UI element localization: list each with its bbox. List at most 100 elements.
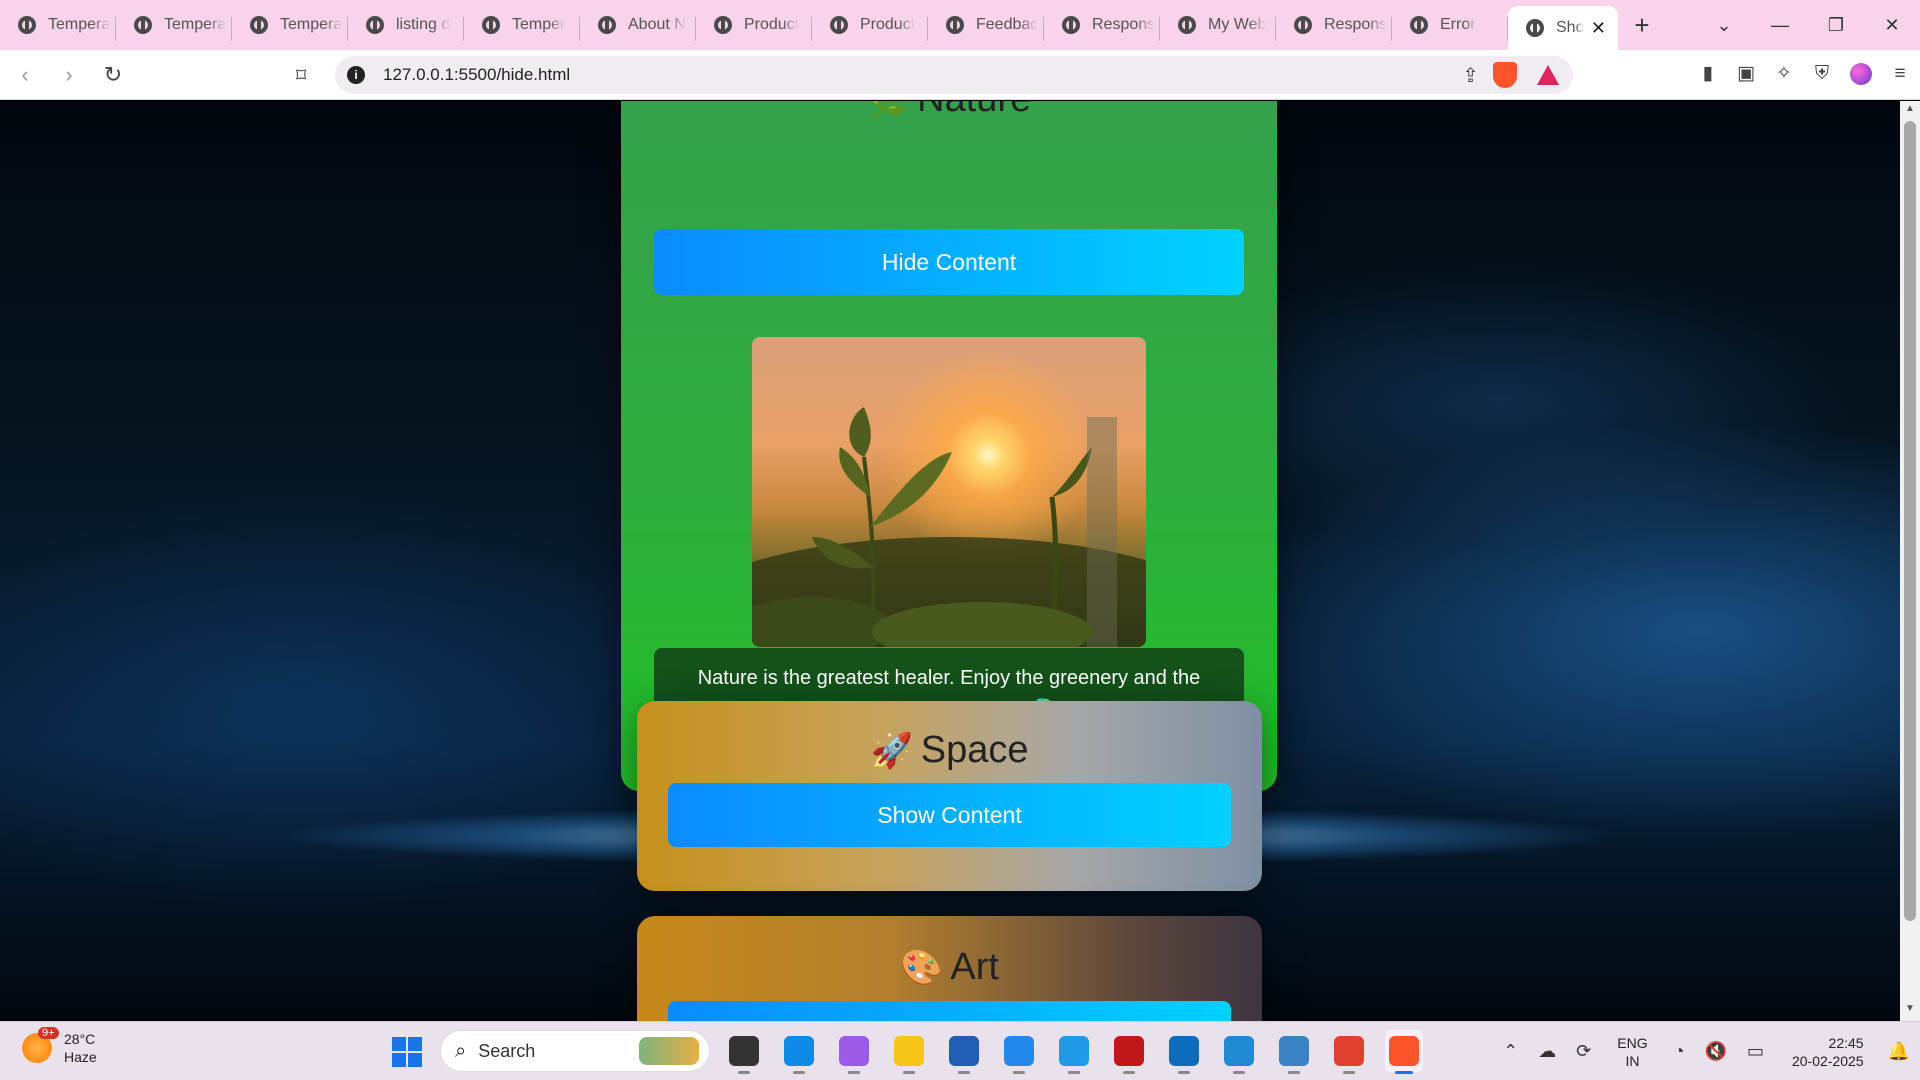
tab-title: Sho xyxy=(1556,19,1585,36)
running-indicator xyxy=(1395,1071,1413,1074)
new-tab-button[interactable]: + xyxy=(1622,10,1662,41)
tab-search-chevron-down-icon[interactable]: ⌄ xyxy=(1696,15,1752,36)
windows-start-icon[interactable] xyxy=(392,1037,422,1067)
address-bar[interactable]: i 127.0.0.1:5500/hide.html ⇪ xyxy=(335,56,1573,94)
globe-icon xyxy=(598,16,616,34)
browser-tab[interactable]: Tempera xyxy=(0,5,116,45)
tab-title: Respons xyxy=(1324,16,1388,33)
wifi-icon[interactable]: ◔ xyxy=(1674,1041,1685,1062)
art-title: 🎨 Art xyxy=(637,946,1262,989)
tab-title: My Web xyxy=(1208,16,1267,33)
close-window-button[interactable]: ✕ xyxy=(1864,15,1920,36)
copilot-app-icon[interactable] xyxy=(835,1030,873,1074)
weather-text: 28°C Haze xyxy=(64,1030,97,1066)
volume-muted-icon[interactable]: 🔇 xyxy=(1705,1041,1727,1062)
brave-icon xyxy=(1389,1036,1419,1066)
lang-code: ENG xyxy=(1617,1034,1648,1051)
browser-tab[interactable]: Tempera xyxy=(116,5,232,45)
browser-tab[interactable]: Product xyxy=(696,5,812,45)
task-view-app-icon[interactable] xyxy=(725,1030,763,1074)
vscode-app-icon[interactable] xyxy=(1220,1030,1258,1074)
browser-tab[interactable]: Tempera xyxy=(232,5,348,45)
bookmark-icon[interactable]: ⌑ xyxy=(296,63,306,88)
brave-shields-icon[interactable] xyxy=(1493,62,1517,88)
browser-tab[interactable]: Respons xyxy=(1044,5,1160,45)
show-hidden-icons-chevron-icon[interactable]: ⌃ xyxy=(1503,1041,1518,1062)
ai-sparkle-icon[interactable]: ✧ xyxy=(1774,62,1794,85)
mahjong-app-icon[interactable] xyxy=(1000,1030,1038,1074)
palette-icon: 🎨 xyxy=(900,949,943,987)
scroll-up-arrow-icon[interactable]: ▲ xyxy=(1900,103,1920,119)
tab-title: Product xyxy=(860,16,916,33)
notification-bell-icon[interactable]: 🔔 xyxy=(1888,1041,1910,1062)
language-indicator[interactable]: ENG IN xyxy=(1617,1034,1647,1070)
brave-app-icon[interactable] xyxy=(1385,1030,1423,1074)
microsoft-store-app-icon[interactable] xyxy=(945,1030,983,1074)
browser-tab[interactable]: Feedbac xyxy=(928,5,1044,45)
back-button[interactable]: ‹ xyxy=(6,56,44,94)
share-icon[interactable]: ⇪ xyxy=(1462,63,1479,88)
forward-button[interactable]: › xyxy=(50,56,88,94)
file-explorer-icon xyxy=(894,1036,924,1066)
running-indicator xyxy=(958,1071,970,1074)
tab-close-icon[interactable]: ✕ xyxy=(1591,18,1606,39)
browser-tab[interactable]: Temper xyxy=(464,5,580,45)
file-explorer-app-icon[interactable] xyxy=(890,1030,928,1074)
scrollbar-thumb[interactable] xyxy=(1904,121,1916,921)
mcafee-app-icon[interactable] xyxy=(1110,1030,1148,1074)
vpn-shield-icon[interactable]: ⛨ xyxy=(1812,63,1832,85)
minimize-button[interactable]: — xyxy=(1752,15,1808,36)
browser-tab[interactable]: Error xyxy=(1392,5,1508,45)
url-text[interactable]: 127.0.0.1:5500/hide.html xyxy=(383,65,570,85)
toolbar-right-icons: ▮ ▣ ✧ ⛨ ≡ xyxy=(1698,62,1910,85)
outlook-app-icon[interactable] xyxy=(1165,1030,1203,1074)
search-icon: ⌕ xyxy=(455,1039,467,1062)
leo-avatar-icon[interactable] xyxy=(1850,62,1872,85)
battery-icon[interactable]: ▭ xyxy=(1747,1041,1764,1062)
sidebar-icon[interactable]: ▮ xyxy=(1698,62,1718,85)
window-controls: ⌄ — ❐ ✕ xyxy=(1696,0,1920,50)
space-title-text: Space xyxy=(920,729,1029,771)
browser-toolbar: ‹ › ↻ ⌑ i 127.0.0.1:5500/hide.html ⇪ ▮ ▣… xyxy=(0,50,1920,100)
space-title: 🚀 Space xyxy=(637,729,1262,772)
art-title-text: Art xyxy=(950,946,999,988)
update-icon[interactable]: ⟳ xyxy=(1576,1041,1591,1062)
globe-icon xyxy=(1526,19,1544,37)
edge-app-icon[interactable] xyxy=(780,1030,818,1074)
chrome-icon xyxy=(1334,1036,1364,1066)
browser-tab[interactable]: Product xyxy=(812,5,928,45)
scroll-down-arrow-icon[interactable]: ▼ xyxy=(1900,1003,1920,1019)
wallet-icon[interactable]: ▣ xyxy=(1736,62,1756,85)
globe-icon xyxy=(482,16,500,34)
restore-button[interactable]: ❐ xyxy=(1808,15,1864,36)
art-toggle-button[interactable] xyxy=(668,1001,1231,1021)
cloud-sync-icon[interactable]: ☁ xyxy=(1538,1041,1556,1062)
tab-title: Error xyxy=(1440,16,1476,33)
hide-content-button[interactable]: Hide Content xyxy=(654,229,1244,295)
reload-button[interactable]: ↻ xyxy=(94,56,132,94)
nature-title-text: Nature xyxy=(917,101,1031,120)
show-content-button[interactable]: Show Content xyxy=(668,783,1231,847)
browser-tab[interactable]: Respons xyxy=(1276,5,1392,45)
tab-strip: Tempera Tempera Tempera listing d Temper… xyxy=(0,0,1920,50)
clock[interactable]: 22:45 20-02-2025 xyxy=(1792,1034,1864,1070)
browser-tab[interactable]: About N xyxy=(580,5,696,45)
browser-tab-active[interactable]: Sho ✕ xyxy=(1508,6,1618,50)
running-indicator xyxy=(793,1071,805,1074)
space-card: 🚀 Space Show Content xyxy=(637,701,1262,891)
page-scrollbar[interactable]: ▲ ▼ xyxy=(1900,101,1920,1021)
site-info-icon[interactable]: i xyxy=(347,66,365,84)
browser-tab[interactable]: My Web xyxy=(1160,5,1276,45)
taskbar-search[interactable]: ⌕ Search xyxy=(440,1030,710,1072)
menu-icon[interactable]: ≡ xyxy=(1890,63,1910,85)
herb-icon: 🌿 xyxy=(867,101,909,119)
weather-widget[interactable]: 9+ 28°C Haze xyxy=(22,1027,97,1066)
browser-tab[interactable]: listing d xyxy=(348,5,464,45)
brave-rewards-icon[interactable] xyxy=(1537,65,1559,85)
running-indicator xyxy=(1123,1071,1135,1074)
globe-icon xyxy=(1178,16,1196,34)
copilot-icon xyxy=(839,1036,869,1066)
chrome-app-icon[interactable] xyxy=(1330,1030,1368,1074)
help-app-icon[interactable] xyxy=(1055,1030,1093,1074)
photos-app-icon[interactable] xyxy=(1275,1030,1313,1074)
